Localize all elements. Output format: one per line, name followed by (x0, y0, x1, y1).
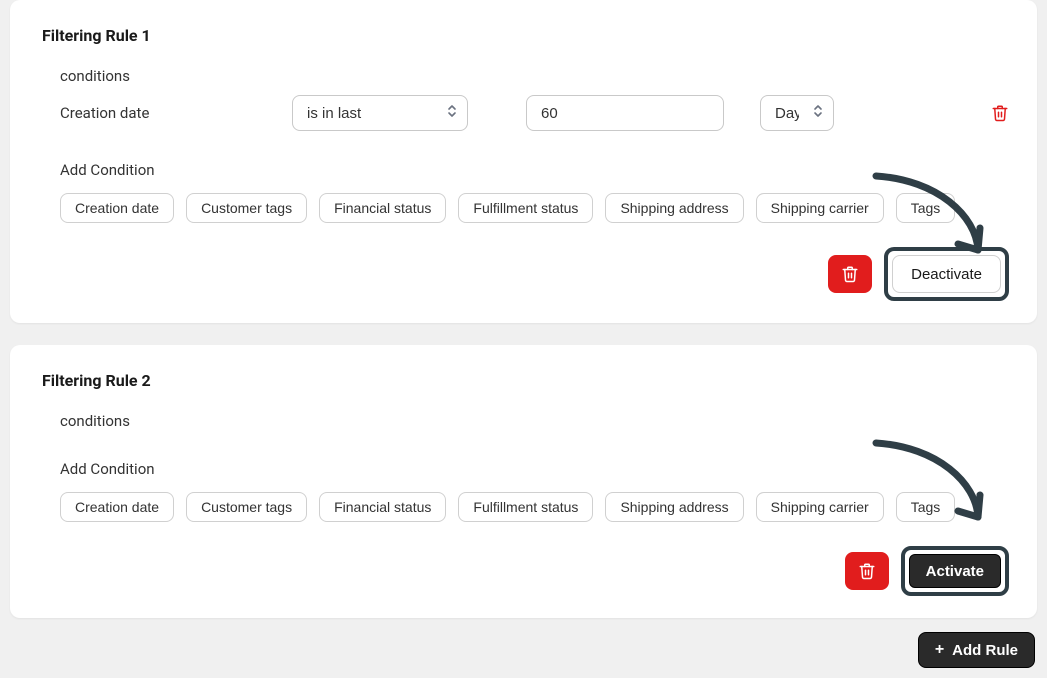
add-rule-label: Add Rule (952, 642, 1018, 659)
plus-icon: + (935, 642, 944, 658)
add-condition-label: Add Condition (60, 161, 1009, 179)
filtering-rule-card: Filtering Rule 2 conditions Add Conditio… (10, 345, 1037, 618)
condition-pill[interactable]: Financial status (319, 492, 446, 522)
trash-icon (991, 104, 1009, 122)
condition-pill[interactable]: Shipping carrier (756, 492, 884, 522)
operator-select-wrap: is in last (292, 95, 468, 131)
conditions-label: conditions (60, 67, 1009, 85)
condition-pill[interactable]: Shipping address (605, 193, 743, 223)
unit-select-wrap: Days (742, 95, 834, 131)
condition-pill-list: Creation date Customer tags Financial st… (60, 492, 1009, 522)
delete-condition-button[interactable] (991, 104, 1009, 122)
rule-actions: Deactivate (42, 247, 1009, 301)
rule-title: Filtering Rule 1 (42, 26, 1009, 45)
condition-row: Creation date is in last Days (60, 95, 1009, 131)
condition-pill[interactable]: Creation date (60, 193, 174, 223)
condition-pill[interactable]: Fulfillment status (458, 193, 593, 223)
condition-pill[interactable]: Financial status (319, 193, 446, 223)
activate-button[interactable]: Activate (909, 554, 1001, 588)
trash-icon (858, 562, 876, 580)
highlight-ring: Activate (901, 546, 1009, 596)
condition-pill[interactable]: Creation date (60, 492, 174, 522)
unit-select[interactable]: Days (760, 95, 834, 131)
value-input[interactable] (526, 95, 724, 131)
conditions-label: conditions (60, 412, 1009, 430)
rule-title: Filtering Rule 2 (42, 371, 1009, 390)
add-rule-button[interactable]: + Add Rule (918, 632, 1035, 668)
footer-actions: + Add Rule (10, 632, 1035, 668)
condition-pill[interactable]: Shipping address (605, 492, 743, 522)
trash-icon (841, 265, 859, 283)
rule-actions: Activate (42, 546, 1009, 596)
condition-pill[interactable]: Shipping carrier (756, 193, 884, 223)
condition-field-label: Creation date (60, 104, 292, 122)
condition-pill-list: Creation date Customer tags Financial st… (60, 193, 1009, 223)
condition-pill[interactable]: Customer tags (186, 193, 307, 223)
condition-pill[interactable]: Customer tags (186, 492, 307, 522)
delete-rule-button[interactable] (828, 255, 872, 293)
operator-select[interactable]: is in last (292, 95, 468, 131)
condition-pill[interactable]: Tags (896, 492, 956, 522)
highlight-ring: Deactivate (884, 247, 1009, 301)
condition-pill[interactable]: Fulfillment status (458, 492, 593, 522)
deactivate-button[interactable]: Deactivate (892, 255, 1001, 293)
delete-rule-button[interactable] (845, 552, 889, 590)
condition-pill[interactable]: Tags (896, 193, 956, 223)
filtering-rule-card: Filtering Rule 1 conditions Creation dat… (10, 0, 1037, 323)
add-condition-label: Add Condition (60, 460, 1009, 478)
